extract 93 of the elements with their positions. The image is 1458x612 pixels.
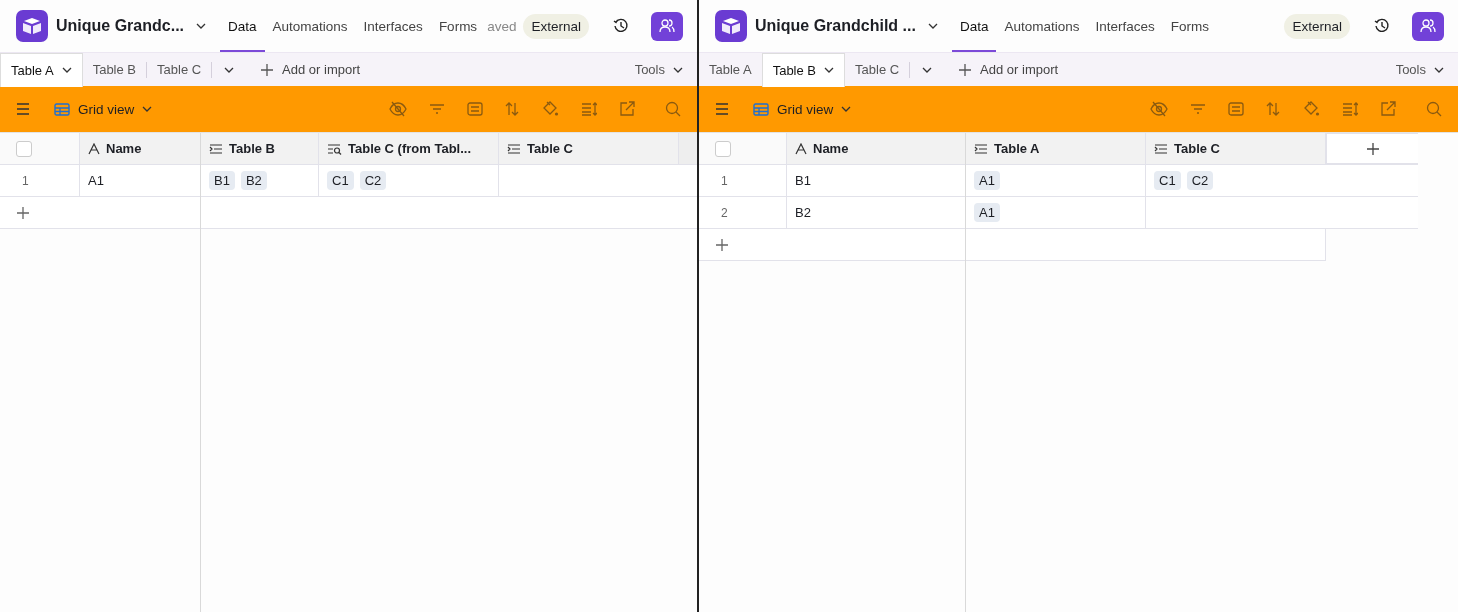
share-button[interactable] <box>651 11 683 41</box>
add-row-icon <box>715 237 729 252</box>
plus-icon <box>1365 141 1380 156</box>
external-badge: External <box>523 13 589 39</box>
chevron-down-icon <box>142 106 153 112</box>
nav-tab[interactable]: Interfaces <box>1087 0 1163 52</box>
row-number: 2 <box>699 197 787 228</box>
table-cell-text: A1 <box>87 172 105 190</box>
grid-icon <box>753 102 769 116</box>
chevron-down-icon <box>196 23 206 29</box>
menu-icon[interactable] <box>715 103 729 115</box>
sort-arrows-icon[interactable] <box>1266 102 1280 116</box>
nav-tab[interactable]: Automations <box>996 0 1088 52</box>
linked-record-chip[interactable]: C2 <box>359 171 387 190</box>
tools-menu[interactable]: Tools <box>1395 62 1444 77</box>
table-cell-text: B2 <box>794 204 812 222</box>
chevron-down-icon <box>61 67 72 73</box>
chevron-down-icon <box>1434 66 1444 73</box>
history-icon[interactable] <box>613 18 629 34</box>
linked-record-chip[interactable]: C1 <box>327 171 354 190</box>
filter-icon[interactable] <box>429 103 445 115</box>
nav-tab[interactable]: Forms <box>430 0 486 52</box>
people-icon <box>659 19 675 33</box>
row-height-icon[interactable] <box>1342 102 1358 116</box>
paint-bucket-icon[interactable] <box>541 101 559 117</box>
linked-record-icon <box>507 142 521 155</box>
view-switcher[interactable]: Grid view <box>753 101 852 117</box>
linked-record-icon <box>1154 142 1168 155</box>
table-tab[interactable]: Table B <box>82 52 147 87</box>
table-tab[interactable]: Table C <box>845 52 910 87</box>
save-status: aved <box>487 18 517 34</box>
linked-record-chip[interactable]: C2 <box>1186 171 1214 190</box>
table-tab[interactable]: Table A <box>0 52 83 87</box>
plus-icon <box>958 62 973 77</box>
group-icon[interactable] <box>1228 102 1244 116</box>
add-field-button[interactable] <box>1326 133 1418 164</box>
chevron-down-icon <box>841 106 852 112</box>
lookup-field-icon <box>327 142 342 155</box>
select-all-checkbox[interactable] <box>715 140 731 157</box>
linked-record-chip[interactable]: C1 <box>1154 171 1181 190</box>
row-number: 1 <box>0 165 80 196</box>
app-logo[interactable] <box>715 10 747 42</box>
nav-tab[interactable]: Forms <box>1162 0 1217 52</box>
search-icon[interactable] <box>665 101 681 117</box>
nav-tab[interactable]: Automations <box>264 0 356 52</box>
add-row-icon <box>16 205 30 220</box>
column-header[interactable]: Table B <box>201 133 319 164</box>
app-logo[interactable] <box>16 10 48 42</box>
more-tables-icon <box>922 66 933 73</box>
nav-tab[interactable]: Interfaces <box>355 0 431 52</box>
row-height-icon[interactable] <box>581 102 597 116</box>
tools-menu[interactable]: Tools <box>634 62 683 77</box>
chevron-down-icon <box>824 67 835 73</box>
add-or-import-button[interactable]: Add or import <box>958 62 1059 77</box>
row-number: 1 <box>699 165 787 196</box>
sort-arrows-icon[interactable] <box>505 102 519 116</box>
chevron-down-icon <box>673 66 683 73</box>
eye-slash-icon[interactable] <box>389 101 407 117</box>
grid-icon <box>54 102 70 116</box>
share-button[interactable] <box>1412 11 1444 41</box>
table-cell-text: B1 <box>794 172 812 190</box>
linked-record-icon <box>209 142 223 155</box>
select-all-checkbox[interactable] <box>16 140 32 157</box>
external-badge: External <box>1284 13 1350 39</box>
linked-record-icon <box>974 142 988 155</box>
base-title: Unique Grandc... <box>56 17 184 35</box>
search-icon[interactable] <box>1426 101 1442 117</box>
plus-icon <box>260 62 275 77</box>
table-tab[interactable]: Table B <box>761 52 846 87</box>
history-icon[interactable] <box>1374 18 1390 34</box>
menu-icon[interactable] <box>16 103 30 115</box>
paint-bucket-icon[interactable] <box>1302 101 1320 117</box>
view-switcher[interactable]: Grid view <box>54 101 153 117</box>
base-title: Unique Grandchild ... <box>755 17 916 35</box>
eye-slash-icon[interactable] <box>1150 101 1168 117</box>
share-out-icon[interactable] <box>1380 101 1396 117</box>
table-tab[interactable]: Table A <box>699 52 762 87</box>
people-icon <box>1420 19 1436 33</box>
linked-record-chip[interactable]: B2 <box>240 171 267 190</box>
linked-record-chip[interactable]: B1 <box>209 171 235 190</box>
column-header[interactable]: Table A <box>966 133 1146 164</box>
chevron-down-icon <box>927 23 938 29</box>
filter-icon[interactable] <box>1190 103 1206 115</box>
linked-record-chip[interactable]: A1 <box>974 171 1000 190</box>
group-icon[interactable] <box>467 102 483 116</box>
add-or-import-button[interactable]: Add or import <box>260 62 361 77</box>
share-out-icon[interactable] <box>619 101 635 117</box>
table-tab[interactable]: Table C <box>147 52 212 87</box>
text-field-icon <box>88 142 100 155</box>
more-tables-icon <box>224 66 235 73</box>
column-header[interactable]: Table C (from Tabl... <box>319 133 499 164</box>
text-field-icon <box>795 142 807 155</box>
linked-record-chip[interactable]: A1 <box>974 203 1000 222</box>
